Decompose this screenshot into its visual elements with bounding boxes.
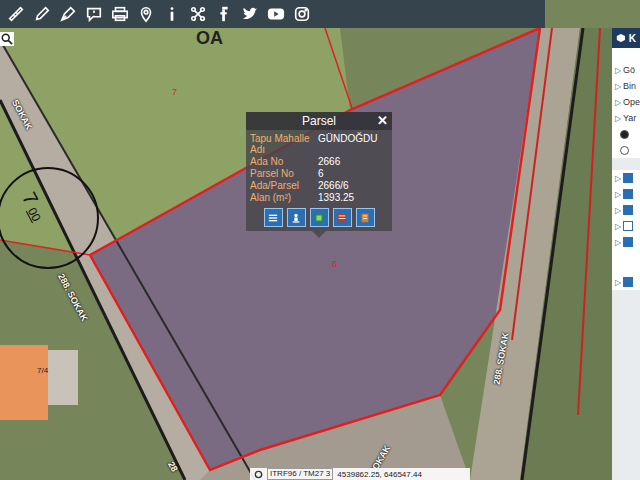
attribute-table: Tapu Mahalle AdıGÜNDOĞDUAda No2666Parsel… (246, 130, 392, 206)
comment-icon[interactable] (84, 4, 104, 24)
layer-checkbox[interactable]: ▷ (612, 170, 640, 186)
layer-group[interactable]: ▷Gö (612, 62, 640, 78)
magnifier-icon (1, 33, 13, 45)
attribute-value: 2666 (318, 156, 388, 167)
popup-pointer (312, 231, 326, 238)
popup-header: Parsel ✕ (246, 112, 392, 130)
youtube-icon[interactable] (266, 4, 286, 24)
layer-group[interactable]: ▷Ope (612, 94, 640, 110)
popup-actions (246, 206, 392, 227)
map-label: 6 (332, 260, 337, 269)
location-icon (254, 470, 263, 479)
parcel-popup: Parsel✕Tapu Mahalle AdıGÜNDOĞDUAda No266… (246, 112, 392, 231)
toolbar (0, 0, 545, 28)
layer-group[interactable]: ▷Bin (612, 78, 640, 94)
printer-icon[interactable] (110, 4, 130, 24)
map-label: 7/4 (37, 367, 48, 375)
attribute-value: 6 (318, 168, 388, 179)
popup-title: Parsel (302, 114, 336, 128)
document-icon[interactable] (356, 208, 375, 227)
attribute-label: Ada No (250, 156, 318, 167)
layer-checkbox[interactable]: ▷ (612, 274, 640, 290)
satellite-map[interactable] (0, 0, 640, 480)
layer-panel: K▷Gö▷Bin▷Ope▷Yar▷▷▷▷▷▷ (612, 28, 640, 480)
attribute-value: GÜNDOĞDU (318, 133, 388, 155)
attribute-value: 2666/6 (318, 180, 388, 191)
cube-icon (616, 33, 626, 43)
person-icon[interactable] (287, 208, 306, 227)
info-icon[interactable] (162, 4, 182, 24)
close-button[interactable]: ✕ (377, 113, 388, 128)
facebook-icon[interactable] (214, 4, 234, 24)
instagram-icon[interactable] (292, 4, 312, 24)
status-bar: ITRF96 / TM27 3 4539862.25, 646547.44 (250, 468, 470, 480)
attribute-value: 1393.25 (318, 192, 388, 203)
basemap-radio[interactable] (612, 126, 640, 142)
twitter-icon[interactable] (240, 4, 260, 24)
layers-icon[interactable] (310, 208, 329, 227)
attribute-label: Parsel No (250, 168, 318, 179)
layer-checkbox[interactable]: ▷ (612, 218, 640, 234)
share-icon[interactable] (188, 4, 208, 24)
basemap-radio[interactable] (612, 142, 640, 158)
search-button[interactable] (0, 32, 14, 46)
ruler-icon[interactable] (6, 4, 26, 24)
map-app: OA767/4SOKAK288. SOKAK288. SOKAKSOKAK287… (0, 0, 640, 480)
attribute-label: Alan (m²) (250, 192, 318, 203)
layer-group[interactable]: ▷Yar (612, 110, 640, 126)
layer-checkbox[interactable]: ▷ (612, 202, 640, 218)
pin-icon[interactable] (136, 4, 156, 24)
pencil-icon[interactable] (32, 4, 52, 24)
map-label: 7 (172, 88, 177, 97)
map-label: OA (196, 29, 223, 47)
projection-select[interactable]: ITRF96 / TM27 3 (267, 468, 333, 480)
table-icon[interactable] (333, 208, 352, 227)
layer-checkbox[interactable]: ▷ (612, 234, 640, 250)
attribute-label: Tapu Mahalle Adı (250, 133, 318, 155)
panel-header[interactable]: K (612, 28, 640, 48)
attribute-label: Ada/Parsel (250, 180, 318, 191)
pen-icon[interactable] (58, 4, 78, 24)
layer-checkbox[interactable]: ▷ (612, 186, 640, 202)
list-icon[interactable] (264, 208, 283, 227)
coordinates: 4539862.25, 646547.44 (337, 470, 422, 479)
